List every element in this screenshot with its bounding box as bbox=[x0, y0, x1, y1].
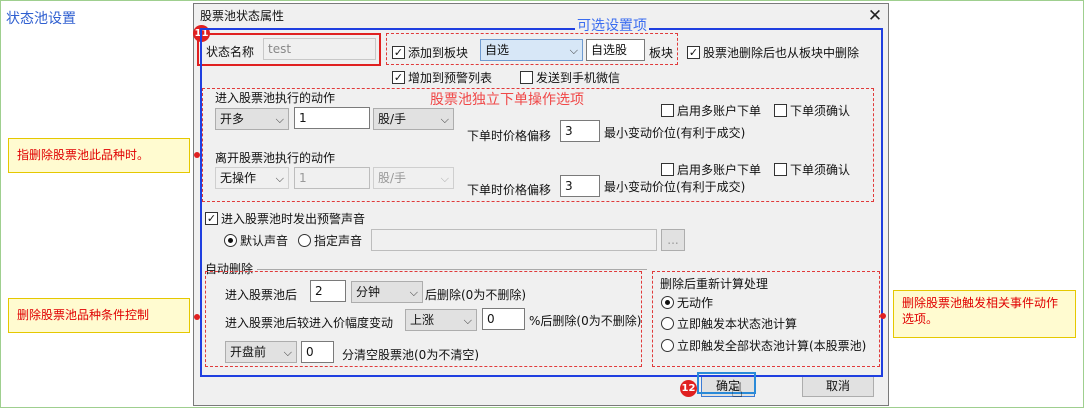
badge-12: 12 bbox=[680, 380, 697, 397]
independent-order-caption: 股票池独立下单操作选项 bbox=[430, 92, 584, 108]
optional-settings-caption: 可选设置项 bbox=[575, 15, 649, 35]
note-trigger-pointer bbox=[880, 313, 886, 319]
note-delete-variety: 指删除股票池此品种时。 bbox=[8, 138, 190, 173]
note-condition: 删除股票池品种条件控制 bbox=[8, 298, 190, 333]
note-condition-pointer bbox=[194, 314, 200, 320]
condition-highlight-box bbox=[205, 271, 642, 367]
note-trigger: 删除股票池触发相关事件动作选项。 bbox=[893, 290, 1076, 338]
page-title: 状态池设置 bbox=[6, 11, 76, 27]
block-highlight-box bbox=[386, 33, 678, 65]
ok-button-highlight bbox=[697, 372, 756, 394]
note-delete-variety-pointer bbox=[194, 152, 200, 158]
dialog-title: 股票池状态属性 bbox=[200, 9, 285, 23]
cancel-button[interactable]: 取消 bbox=[802, 375, 874, 397]
recalc-highlight-box bbox=[652, 271, 880, 367]
hand-cursor-icon: ☝ bbox=[731, 378, 744, 402]
close-icon[interactable]: ✕ bbox=[864, 5, 886, 27]
